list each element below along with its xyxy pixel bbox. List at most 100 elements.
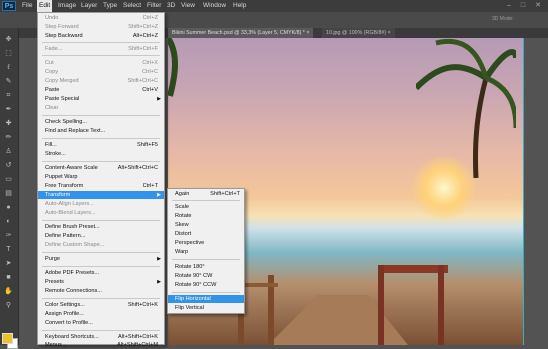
menu-item-fill[interactable]: Fill... Shift+F5 bbox=[38, 141, 164, 149]
menu-item-content-aware-scale[interactable]: Content-Aware Scale Alt+Shift+Ctrl+C bbox=[38, 164, 164, 172]
menu-item-purge[interactable]: Purge ▶ bbox=[38, 255, 164, 263]
type-tool-icon[interactable]: T bbox=[4, 246, 13, 254]
menu-item-paste[interactable]: Paste Ctrl+V bbox=[38, 86, 164, 94]
menu-item-keyboard-shortcuts[interactable]: Keyboard Shortcuts... Alt+Shift+Ctrl+K bbox=[38, 333, 164, 341]
rectangle-tool-icon[interactable]: ■ bbox=[4, 274, 13, 282]
pen-tool-icon[interactable]: ✑ bbox=[4, 232, 13, 240]
menu-window[interactable]: Window bbox=[201, 0, 228, 12]
submenu-item-again[interactable]: Again Shift+Ctrl+T bbox=[168, 190, 244, 198]
submenu-item-rotate[interactable]: Rotate bbox=[168, 212, 244, 220]
menu-item-clear[interactable]: Clear bbox=[38, 104, 164, 112]
submenu-item-warp[interactable]: Warp bbox=[168, 248, 244, 256]
lasso-tool-icon[interactable]: ℓ bbox=[4, 64, 13, 72]
submenu-item-flip-horizontal[interactable]: Flip Horizontal bbox=[168, 295, 244, 303]
menu-view[interactable]: View bbox=[179, 0, 197, 12]
submenu-arrow-icon: ▶ bbox=[157, 192, 161, 198]
menu-item-auto-align-layers[interactable]: Auto-Align Layers... bbox=[38, 200, 164, 208]
menu-separator bbox=[42, 42, 160, 43]
menu-item-color-settings[interactable]: Color Settings... Shift+Ctrl+K bbox=[38, 301, 164, 309]
menu-layer[interactable]: Layer bbox=[79, 0, 99, 12]
submenu-item-distort[interactable]: Distort bbox=[168, 230, 244, 238]
palm-tree-image bbox=[416, 38, 516, 178]
menu-image[interactable]: Image bbox=[56, 0, 78, 12]
menu-separator bbox=[42, 266, 160, 267]
history-brush-tool-icon[interactable]: ↺ bbox=[4, 162, 13, 170]
blur-tool-icon[interactable]: ● bbox=[4, 204, 13, 212]
maximize-icon[interactable]: □ bbox=[518, 1, 528, 11]
menu-item-stroke[interactable]: Stroke... bbox=[38, 150, 164, 158]
palm-leaf-image bbox=[168, 38, 178, 97]
marquee-tool-icon[interactable]: ⬚ bbox=[4, 50, 13, 58]
menu-type[interactable]: Type bbox=[101, 0, 119, 12]
quick-select-tool-icon[interactable]: ✎ bbox=[4, 78, 13, 86]
submenu-item-rotate-180[interactable]: Rotate 180° bbox=[168, 263, 244, 271]
submenu-arrow-icon: ▶ bbox=[157, 279, 161, 285]
submenu-item-rotate-90-cw[interactable]: Rotate 90° CW bbox=[168, 272, 244, 280]
menu-separator bbox=[42, 330, 160, 331]
tab-close-icon[interactable]: × bbox=[388, 30, 391, 36]
menu-separator bbox=[42, 252, 160, 253]
menu-bar: Ps File Edit Image Layer Type Select Fil… bbox=[0, 0, 548, 12]
tab-bikini-summer-beach[interactable]: Bikini Summer Beach.psd @ 33,3% (Layer 5… bbox=[168, 28, 314, 38]
menu-item-find-replace[interactable]: Find and Replace Text... bbox=[38, 127, 164, 135]
menu-separator bbox=[42, 161, 160, 162]
menu-item-define-brush-preset[interactable]: Define Brush Preset... bbox=[38, 223, 164, 231]
healing-tool-icon[interactable]: ✚ bbox=[4, 120, 13, 128]
menu-item-copy-merged[interactable]: Copy Merged Shift+Ctrl+C bbox=[38, 77, 164, 85]
menu-edit[interactable]: Edit bbox=[37, 0, 53, 12]
crop-tool-icon[interactable]: ⌗ bbox=[4, 92, 13, 100]
gradient-tool-icon[interactable]: ▤ bbox=[4, 190, 13, 198]
submenu-item-flip-vertical[interactable]: Flip Vertical bbox=[168, 304, 244, 312]
menu-item-menus[interactable]: Menus... Alt+Shift+Ctrl+M bbox=[38, 341, 164, 349]
menu-item-cut[interactable]: Cut Ctrl+X bbox=[38, 59, 164, 67]
workspace-background-right bbox=[524, 38, 548, 345]
menu-item-undo[interactable]: Undo Ctrl+Z bbox=[38, 14, 164, 22]
zoom-tool-icon[interactable]: ⚲ bbox=[4, 302, 13, 310]
menu-select[interactable]: Select bbox=[121, 0, 143, 12]
hand-tool-icon[interactable]: ✋ bbox=[4, 288, 13, 296]
menu-separator bbox=[42, 220, 160, 221]
3d-mode-label: 3D Mode: bbox=[492, 16, 514, 22]
close-icon[interactable]: ✕ bbox=[533, 1, 543, 11]
eraser-tool-icon[interactable]: ▭ bbox=[4, 176, 13, 184]
menu-3d[interactable]: 3D bbox=[165, 0, 177, 12]
menu-item-fade[interactable]: Fade... Shift+Ctrl+F bbox=[38, 45, 164, 53]
menu-separator bbox=[172, 292, 240, 293]
menu-item-paste-special[interactable]: Paste Special ▶ bbox=[38, 95, 164, 103]
menu-item-check-spelling[interactable]: Check Spelling... bbox=[38, 118, 164, 126]
menu-item-step-backward[interactable]: Step Backward Alt+Ctrl+Z bbox=[38, 32, 164, 40]
path-select-tool-icon[interactable]: ➤ bbox=[4, 260, 13, 268]
menu-item-define-custom-shape[interactable]: Define Custom Shape... bbox=[38, 241, 164, 249]
submenu-item-scale[interactable]: Scale bbox=[168, 203, 244, 211]
submenu-item-perspective[interactable]: Perspective bbox=[168, 239, 244, 247]
menu-item-puppet-warp[interactable]: Puppet Warp bbox=[38, 173, 164, 181]
foreground-color-swatch[interactable] bbox=[2, 333, 13, 344]
menu-item-transform[interactable]: Transform ▶ bbox=[38, 191, 164, 199]
dodge-tool-icon[interactable]: ◐ bbox=[4, 218, 13, 226]
photoshop-logo: Ps bbox=[2, 1, 16, 11]
menu-separator bbox=[172, 259, 240, 260]
tab-10-jpg[interactable]: 10.jpg @ 100% (RGB/8#) × bbox=[322, 28, 395, 38]
brush-tool-icon[interactable]: ✏ bbox=[4, 134, 13, 142]
minimize-icon[interactable]: – bbox=[504, 1, 514, 11]
eyedropper-tool-icon[interactable]: ✒ bbox=[4, 106, 13, 114]
menu-item-presets[interactable]: Presets ▶ bbox=[38, 278, 164, 286]
menu-item-copy[interactable]: Copy Ctrl+C bbox=[38, 68, 164, 76]
menu-help[interactable]: Help bbox=[231, 0, 248, 12]
menu-item-remote-connections[interactable]: Remote Connections... bbox=[38, 287, 164, 295]
tab-close-icon[interactable]: × bbox=[306, 30, 309, 36]
submenu-item-rotate-90-ccw[interactable]: Rotate 90° CCW bbox=[168, 281, 244, 289]
menu-item-step-forward[interactable]: Step Forward Shift+Ctrl+Z bbox=[38, 23, 164, 31]
menu-file[interactable]: File bbox=[20, 0, 34, 12]
submenu-item-skew[interactable]: Skew bbox=[168, 221, 244, 229]
clone-stamp-tool-icon[interactable]: ♙ bbox=[4, 148, 13, 156]
menu-item-convert-to-profile[interactable]: Convert to Profile... bbox=[38, 319, 164, 327]
menu-filter[interactable]: Filter bbox=[145, 0, 163, 12]
menu-item-free-transform[interactable]: Free Transform Ctrl+T bbox=[38, 182, 164, 190]
menu-separator bbox=[42, 138, 160, 139]
menu-item-assign-profile[interactable]: Assign Profile... bbox=[38, 310, 164, 318]
move-tool-icon[interactable]: ✥ bbox=[4, 36, 13, 44]
menu-item-define-pattern[interactable]: Define Pattern... bbox=[38, 232, 164, 240]
menu-item-adobe-pdf-presets[interactable]: Adobe PDF Presets... bbox=[38, 269, 164, 277]
menu-item-auto-blend-layers[interactable]: Auto-Blend Layers... bbox=[38, 209, 164, 217]
